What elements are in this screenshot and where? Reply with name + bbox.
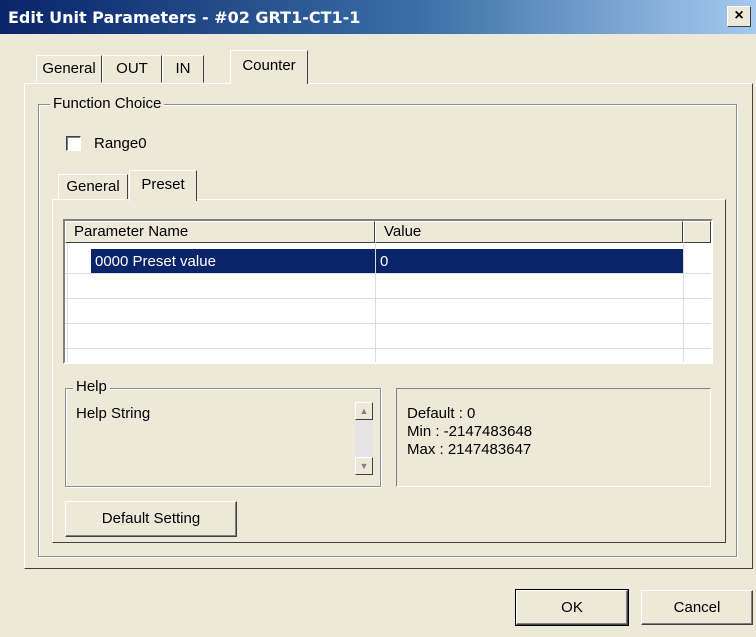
tab-in[interactable]: IN (162, 55, 204, 83)
close-button[interactable]: × (727, 6, 751, 27)
column-header-filler (683, 221, 711, 243)
column-header-parameter-name-label: Parameter Name (74, 223, 189, 240)
table-row[interactable]: 0000 Preset value 0 (65, 249, 711, 274)
ok-label: OK (561, 599, 583, 616)
tab-general[interactable]: General (36, 55, 102, 83)
help-group (65, 388, 381, 487)
column-header-value-label: Value (384, 223, 422, 240)
function-choice-legend: Function Choice (50, 95, 165, 112)
table-row-empty (65, 299, 711, 324)
default-setting-button[interactable]: Default Setting (65, 501, 237, 537)
table-row-empty (65, 274, 711, 299)
range0-label[interactable]: Range0 (94, 135, 147, 152)
column-divider (67, 243, 68, 362)
title-bar: Edit Unit Parameters - #02 GRT1-CT1-1 × (0, 0, 756, 34)
subtab-preset-label: Preset (141, 176, 185, 193)
default-setting-label: Default Setting (101, 510, 201, 527)
tab-in-label: IN (175, 60, 191, 77)
subtab-general[interactable]: General (58, 174, 128, 200)
tab-counter[interactable]: Counter (230, 50, 308, 84)
cancel-label: Cancel (673, 599, 721, 616)
tab-out-label: OUT (116, 60, 148, 77)
window-title: Edit Unit Parameters - #02 GRT1-CT1-1 (8, 8, 361, 27)
range0-checkbox[interactable] (66, 136, 81, 151)
close-icon: × (734, 7, 744, 24)
subtab-preset[interactable]: Preset (129, 170, 197, 201)
tab-out[interactable]: OUT (102, 55, 162, 83)
tab-counter-label: Counter (242, 57, 296, 74)
scroll-down-icon[interactable]: ▼ (355, 457, 373, 475)
help-scrollbar[interactable]: ▲ ▼ (355, 402, 373, 475)
tab-general-label: General (42, 60, 96, 77)
table-row-empty (65, 324, 711, 349)
column-divider (375, 243, 376, 362)
help-legend: Help (73, 378, 110, 395)
help-text: Help String (76, 405, 151, 422)
max-value-text: Max : 2147483647 (407, 441, 532, 458)
default-value-text: Default : 0 (407, 405, 476, 422)
ok-button[interactable]: OK (515, 589, 629, 626)
column-header-value[interactable]: Value (375, 221, 683, 243)
cancel-button[interactable]: Cancel (641, 590, 753, 625)
range-info-box: Default : 0 Min : -2147483648 Max : 2147… (396, 388, 711, 487)
row-name-cell: 0000 Preset value (91, 249, 375, 273)
min-value-text: Min : -2147483648 (407, 423, 533, 440)
column-divider (683, 243, 684, 362)
subtab-general-label: General (66, 178, 120, 195)
row-value-cell: 0 (376, 249, 684, 273)
column-header-parameter-name[interactable]: Parameter Name (65, 221, 375, 243)
parameter-table[interactable]: Parameter Name Value 0000 Preset value 0 (63, 219, 713, 364)
scroll-up-icon[interactable]: ▲ (355, 402, 373, 420)
